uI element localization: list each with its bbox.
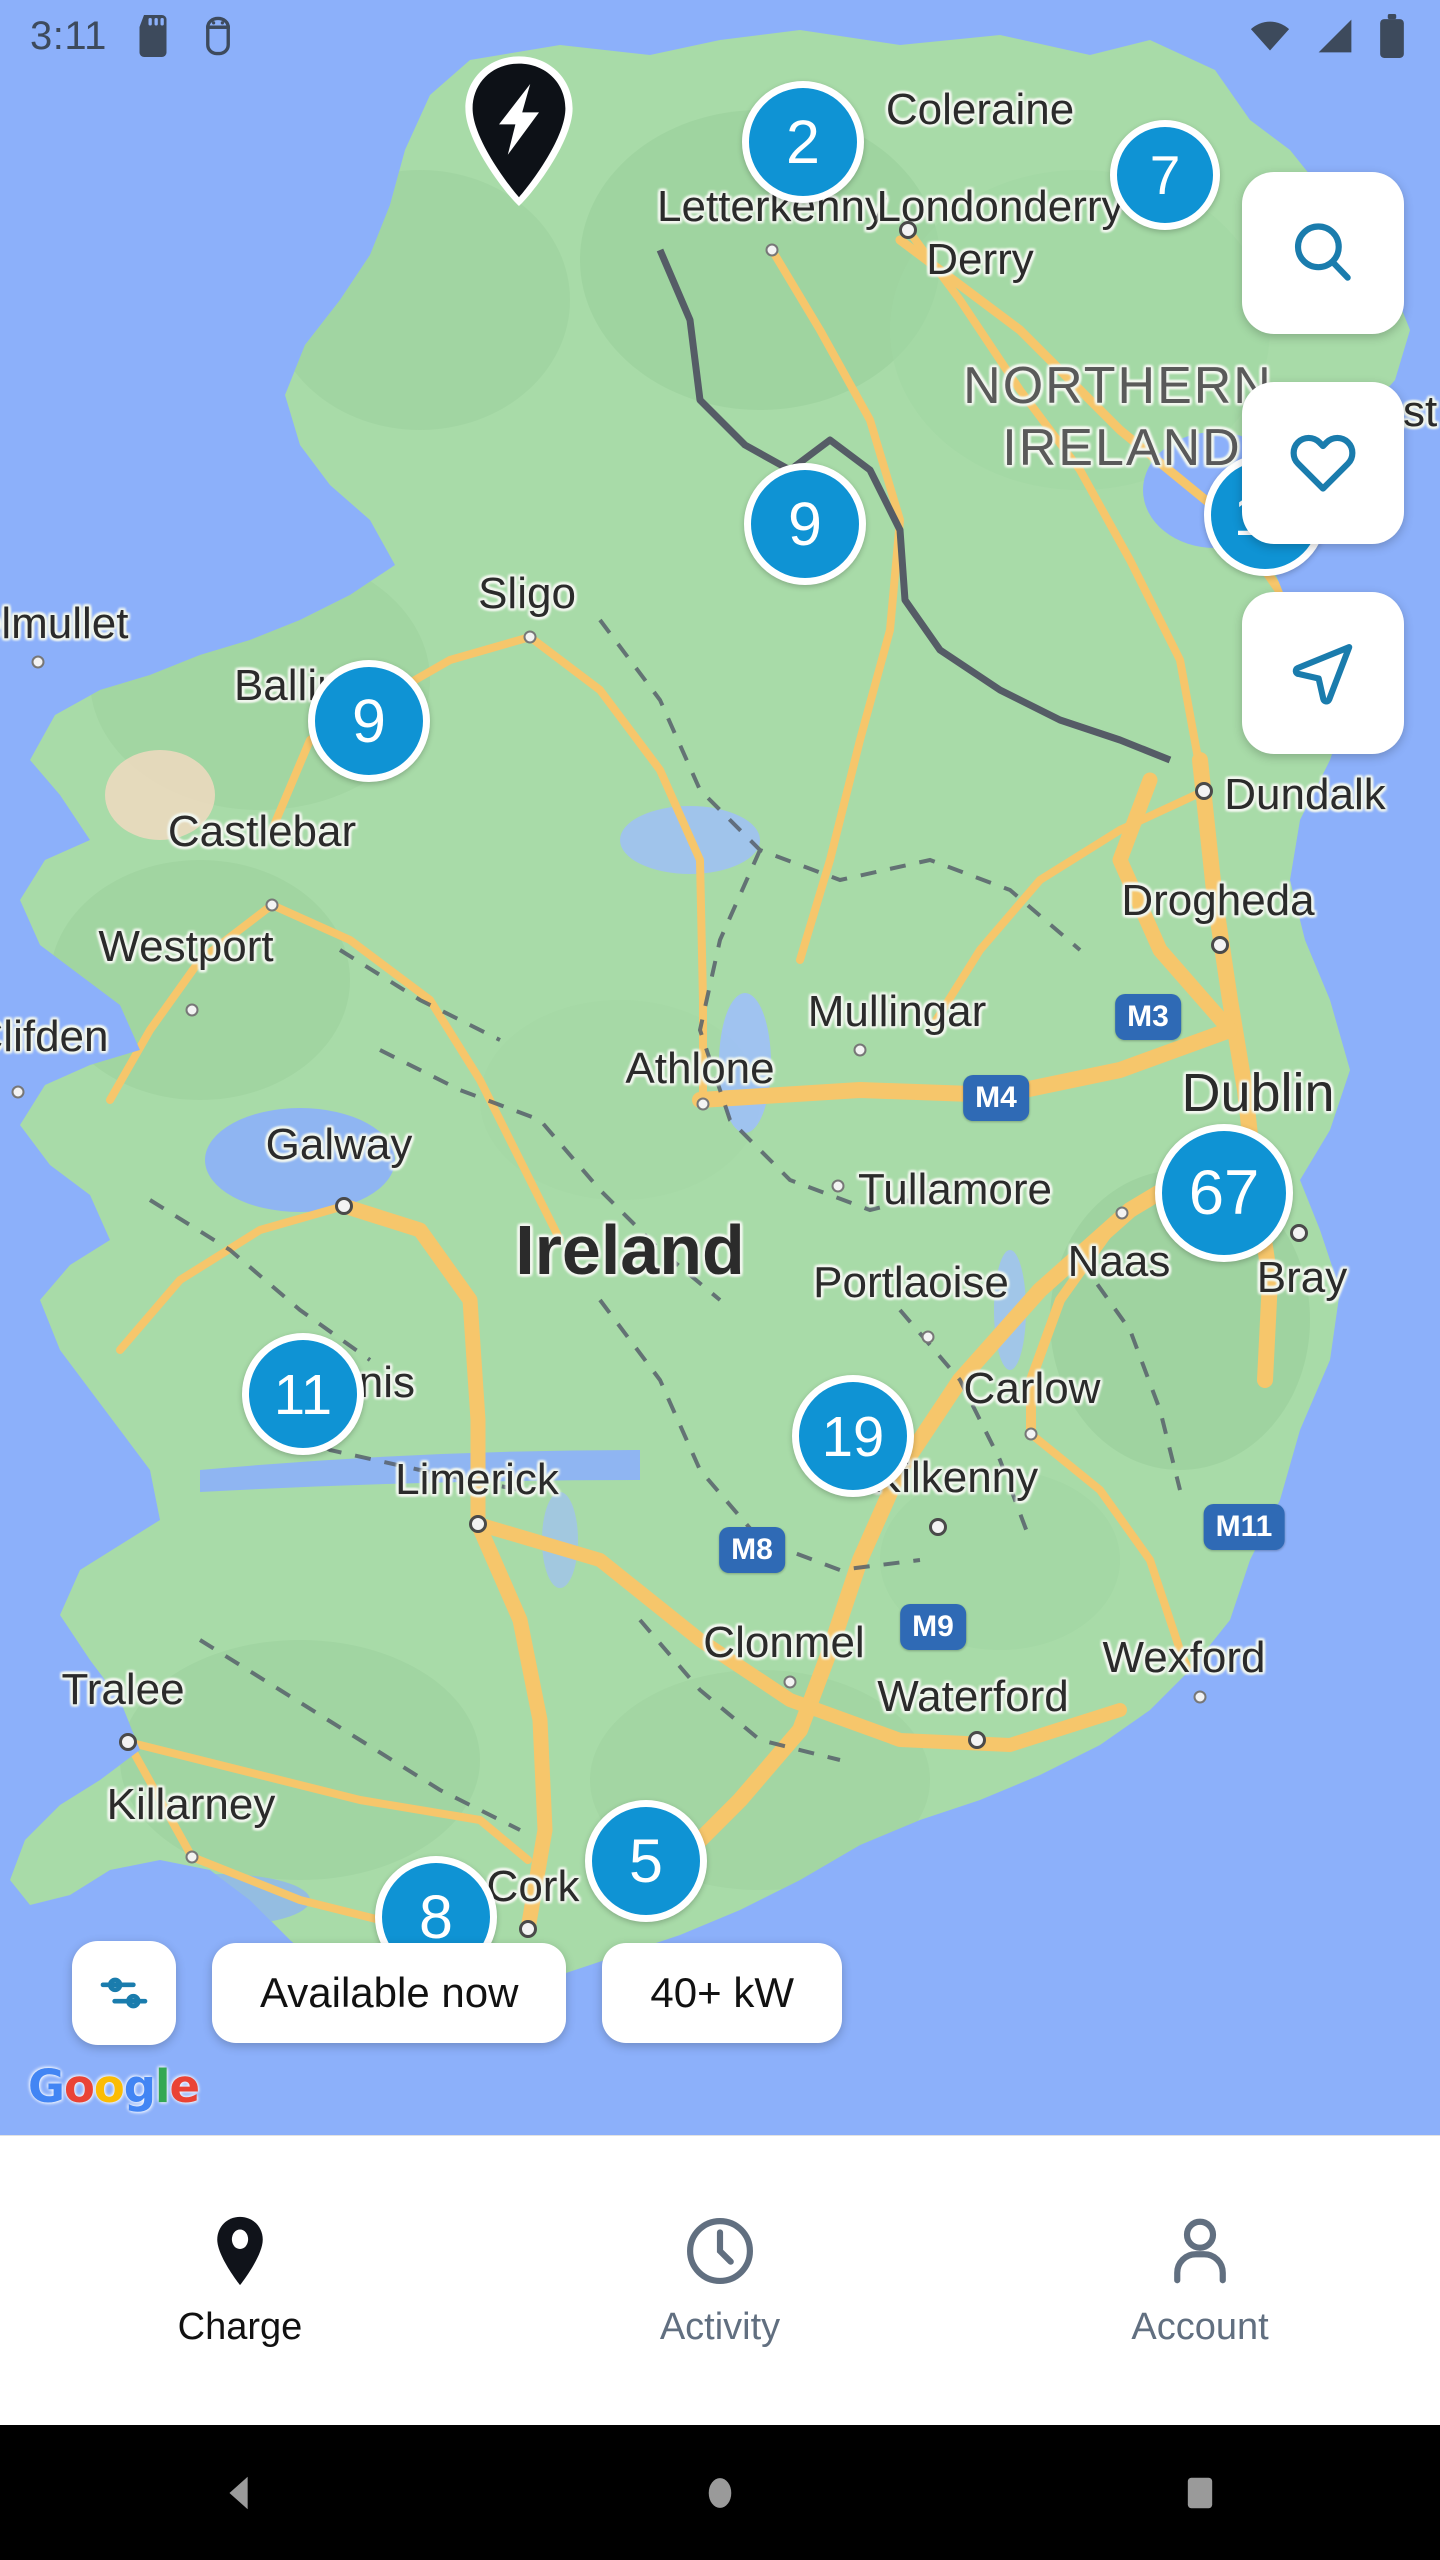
cluster-marker[interactable]: 9 — [744, 463, 866, 585]
city-dot-tralee — [119, 1733, 137, 1751]
city-dot-belmullet — [31, 655, 45, 669]
city-dot-drogheda — [1211, 936, 1229, 954]
city-dot-kilkenny — [929, 1518, 947, 1536]
square-recents-icon — [1187, 2477, 1213, 2508]
filter-chip-available-now[interactable]: Available now — [212, 1943, 567, 2043]
city-dot-wexford — [1193, 1690, 1207, 1704]
city-dot-mullingar — [853, 1043, 867, 1057]
bottom-navigation: Charge Activity Account — [0, 2135, 1440, 2425]
city-dot-clifden — [11, 1085, 25, 1099]
charging-station-pin[interactable] — [455, 50, 583, 215]
navigation-arrow-icon — [1292, 644, 1353, 705]
city-dot-bray — [1290, 1224, 1308, 1242]
search-button[interactable] — [1242, 172, 1404, 334]
favorites-button[interactable] — [1242, 382, 1404, 544]
cluster-marker[interactable]: 7 — [1110, 120, 1220, 230]
city-dot-castlebar — [265, 898, 279, 912]
city-dot-limerick — [469, 1515, 487, 1533]
cluster-marker[interactable]: 67 — [1155, 1124, 1293, 1262]
motorway-shield-m8: M8 — [719, 1527, 785, 1573]
nav-label-activity: Activity — [659, 2306, 781, 2348]
map-landmass — [10, 30, 1410, 2005]
circle-home-icon — [708, 2477, 732, 2508]
back-button[interactable] — [0, 2425, 480, 2560]
city-dot-letterkenny — [765, 243, 779, 257]
locate-me-button[interactable] — [1242, 592, 1404, 754]
search-icon — [1294, 223, 1351, 281]
tune-sliders-icon — [100, 1977, 148, 2009]
clock-icon — [687, 2218, 753, 2284]
home-button[interactable] — [480, 2425, 960, 2560]
nav-item-account[interactable]: Account — [960, 2136, 1440, 2425]
nav-label-account: Account — [1131, 2306, 1269, 2348]
filter-bar: Available now 40+ kW — [0, 1941, 1440, 2045]
map-pin-icon — [217, 2216, 263, 2286]
motorway-shield-m9: M9 — [900, 1604, 966, 1650]
city-dot-athlone — [696, 1097, 710, 1111]
nav-item-charge[interactable]: Charge — [0, 2136, 480, 2425]
city-dot-naas — [1115, 1206, 1129, 1220]
city-dot-tullamore — [831, 1179, 845, 1193]
motorway-shield-m3: M3 — [1115, 994, 1181, 1040]
motorway-shield-m11: M11 — [1203, 1504, 1285, 1550]
nav-item-activity[interactable]: Activity — [480, 2136, 960, 2425]
city-dot-galway — [335, 1197, 353, 1215]
city-dot-derry — [899, 221, 917, 239]
android-system-nav — [0, 2425, 1440, 2560]
recents-button[interactable] — [960, 2425, 1440, 2560]
city-dot-cork — [519, 1920, 537, 1938]
filter-toggle-button[interactable] — [72, 1941, 176, 2045]
map-action-buttons — [1242, 172, 1404, 754]
cluster-marker[interactable]: 9 — [308, 660, 430, 782]
person-icon — [1174, 2218, 1226, 2284]
city-dot-killarney — [185, 1850, 199, 1864]
cluster-marker[interactable]: 11 — [242, 1333, 364, 1455]
heart-icon — [1290, 434, 1356, 492]
city-dot-portlaoise — [921, 1330, 935, 1344]
city-dot-westport — [185, 1003, 199, 1017]
motorway-shield-m4: M4 — [963, 1075, 1029, 1121]
triangle-back-icon — [229, 2476, 248, 2509]
city-dot-carlow — [1024, 1427, 1038, 1441]
nav-label-charge: Charge — [177, 2306, 303, 2348]
cluster-marker[interactable]: 2 — [742, 81, 864, 203]
city-dot-clonmel — [783, 1675, 797, 1689]
app-root: ColeraineLetterkennyLondonderryDerryBelf… — [0, 0, 1440, 2560]
city-dot-sligo — [523, 630, 537, 644]
charging-station-pin-icon — [465, 56, 573, 207]
filter-chip-power[interactable]: 40+ kW — [602, 1943, 842, 2043]
cluster-marker[interactable]: 19 — [792, 1375, 914, 1497]
cluster-marker[interactable]: 5 — [585, 1800, 707, 1922]
map-canvas[interactable]: ColeraineLetterkennyLondonderryDerryBelf… — [0, 0, 1440, 2135]
city-dot-waterford — [968, 1731, 986, 1749]
city-dot-dundalk — [1195, 782, 1213, 800]
